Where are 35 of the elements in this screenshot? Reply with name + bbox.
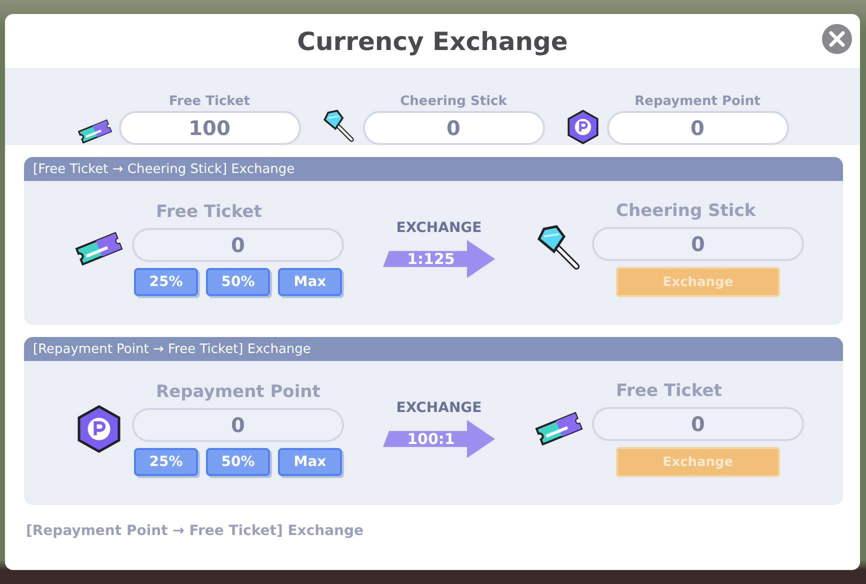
panel-title: [Free Ticket → Cheering Stick] Exchange: [33, 162, 295, 176]
balance-value: 100: [118, 111, 300, 145]
target-label: Free Ticket: [616, 381, 722, 401]
close-button[interactable]: [822, 24, 852, 54]
close-icon: [829, 31, 845, 47]
preset-button[interactable]: Max: [278, 268, 342, 296]
panel-title: [Repayment Point → Free Ticket] Exchange: [33, 342, 311, 356]
preset-button[interactable]: Max: [278, 448, 342, 476]
footer-note: [Repayment Point → Free Ticket] Exchange: [26, 523, 365, 539]
balance-label: Repayment Point: [634, 94, 760, 109]
ticket-icon: [534, 410, 584, 448]
preset-button[interactable]: 25%: [134, 268, 198, 296]
exchange-label: EXCHANGE: [396, 220, 482, 236]
ticket-icon: [76, 118, 112, 145]
balance-value: 0: [606, 111, 788, 145]
preset-button[interactable]: 50%: [206, 448, 270, 476]
amount-field[interactable]: 0: [132, 228, 344, 262]
result-field: 0: [592, 407, 804, 441]
amount-field[interactable]: 0: [132, 408, 344, 442]
exchange-label: EXCHANGE: [396, 400, 482, 416]
target-label: Cheering Stick: [616, 201, 756, 221]
p-coin-icon: [564, 109, 600, 145]
source-label: Free Ticket: [156, 202, 262, 222]
cheering-stick-icon: [320, 109, 356, 145]
balance-value: 0: [362, 111, 544, 145]
rate-arrow: 1:125: [383, 240, 495, 278]
source-label: Repayment Point: [156, 382, 320, 402]
result-field: 0: [592, 227, 804, 261]
window-title: Currency Exchange: [297, 26, 568, 56]
balance-label: Free Ticket: [169, 94, 250, 109]
preset-button[interactable]: 25%: [134, 448, 198, 476]
rate-arrow: 100:1: [383, 420, 495, 458]
balance-label: Cheering Stick: [400, 94, 507, 109]
preset-button[interactable]: 50%: [206, 268, 270, 296]
ticket-icon: [74, 230, 124, 268]
